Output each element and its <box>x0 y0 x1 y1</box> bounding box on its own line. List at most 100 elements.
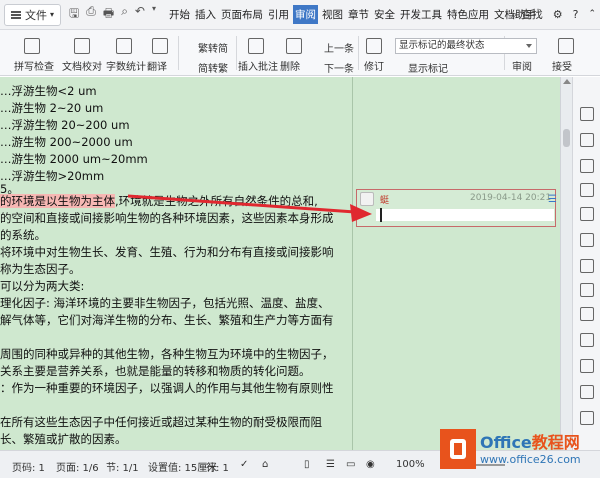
chevron-down-icon[interactable]: ▾ <box>152 4 156 25</box>
tab-special-apps[interactable]: 特色应用 <box>446 5 490 24</box>
next-label: 下一条 <box>324 64 354 75</box>
menu-icon <box>11 10 21 19</box>
watermark-title-cn: 教程网 <box>531 433 580 452</box>
grid-icon[interactable] <box>580 333 594 347</box>
scrollbar-thumb[interactable] <box>563 129 570 147</box>
watermark: Office教程网 www.office26.com <box>440 425 600 478</box>
status-page-count: 页码: 1 <box>12 463 45 474</box>
search-button[interactable]: ⌕ 查找 <box>511 6 543 22</box>
save-icon[interactable]: 🖫 <box>69 4 79 25</box>
ribbon-separator <box>236 36 237 70</box>
select-icon[interactable] <box>580 133 594 147</box>
insert-comment-label: 插入批注 <box>238 62 278 73</box>
doc-line-highlighted: 的环境是以生物为主体,环境就是生物之外所有自然条件的总和, <box>0 193 318 209</box>
chevron-down-icon: ▾ <box>50 10 55 19</box>
status-row: 行: 1 <box>206 463 229 474</box>
translate-label: 翻译 <box>147 62 167 73</box>
view-mode-icon[interactable]: ⌂ <box>262 459 268 470</box>
traditional-to-simplified-label: 繁转简 <box>198 44 228 55</box>
tab-page-layout[interactable]: 页面布局 <box>220 5 264 24</box>
doc-line: ：作为一种重要的环境因子，以强调人的作用与其他生物有原则性 <box>0 381 334 395</box>
doc-line: 周围的同种或异种的其他生物，各种生物互为环境中的生物因子， <box>0 347 334 361</box>
track-changes-icon <box>366 38 382 54</box>
accept-label: 接受 <box>552 62 572 73</box>
doc-line: …游生物 200~2000 um <box>0 135 133 149</box>
chevron-down-icon <box>526 44 532 48</box>
doc-line: 在所有这些生态因子中任何接近或超过某种生物的耐受极限而阻 <box>0 415 322 429</box>
image-icon[interactable] <box>580 233 594 247</box>
revise-label: 修订 <box>364 62 384 73</box>
clipboard-icon[interactable] <box>580 207 594 221</box>
settings-icon[interactable]: ⚙ <box>553 8 563 21</box>
eye-protection-icon[interactable]: ◉ <box>366 459 375 470</box>
page-view-icon[interactable]: ▯ <box>304 459 310 470</box>
doc-line: 称为生态因子。 <box>0 262 81 276</box>
vertical-scrollbar[interactable] <box>560 77 572 450</box>
doc-line: 的系统。 <box>0 228 46 242</box>
comment-input[interactable] <box>376 209 554 221</box>
document-icon[interactable] <box>580 283 594 297</box>
tab-security[interactable]: 安全 <box>373 5 396 24</box>
undo-icon[interactable]: ↶ <box>135 4 145 25</box>
doc-line: …游生物 2000 um~20mm <box>0 152 148 166</box>
simplified-to-traditional-label: 简转繁 <box>198 64 228 75</box>
spellcheck-label: 拼写检查 <box>14 62 54 73</box>
tab-review[interactable]: 审阅 <box>293 5 318 24</box>
comment-date: 2019-04-14 20:21 <box>470 193 552 203</box>
watermark-title: Office教程网 <box>480 429 580 453</box>
picture-icon[interactable] <box>580 359 594 373</box>
doc-line: …游生物 2~20 um <box>0 101 104 115</box>
comment-icon <box>248 38 264 54</box>
print-icon[interactable]: 🖶 <box>103 4 114 25</box>
tab-references[interactable]: 引用 <box>267 5 290 24</box>
doc-line: 解气体等，它们对海洋生物的分布、生长、繁殖和生产力等方面有 <box>0 313 334 327</box>
doc-line: …浮游生物<2 um <box>0 84 97 98</box>
tab-insert[interactable]: 插入 <box>194 5 217 24</box>
office-logo-icon <box>440 429 476 469</box>
spellcheck-status-icon[interactable]: ✓ <box>240 459 248 470</box>
comment-menu-icon[interactable]: ☰ <box>548 194 557 205</box>
doc-line: 长、繁殖或扩散的因素。 <box>0 432 127 446</box>
proofread-icon <box>74 38 90 54</box>
tab-home[interactable]: 开始 <box>168 5 191 24</box>
help-icon[interactable]: ? <box>573 8 579 21</box>
menu-right-tools: ⌕ 查找 ⚙ ? ⌃ <box>511 6 596 22</box>
avatar <box>360 192 374 206</box>
markup-pane <box>352 77 560 450</box>
accept-icon <box>558 38 574 54</box>
print-preview-icon[interactable]: ⌕ <box>121 4 128 25</box>
document-page[interactable]: …浮游生物<2 um …游生物 2~20 um …浮游生物 20~200 um … <box>0 77 352 450</box>
show-markup-label: 显示标记 <box>408 64 448 75</box>
help-icon[interactable] <box>580 411 594 425</box>
doc-line-text: 环境就是生物之外所有自然条件的总和, <box>118 194 318 208</box>
comment-author: 蜓 <box>380 196 390 206</box>
chevron-up-icon[interactable]: ⌃ <box>588 9 596 19</box>
outline-view-icon[interactable]: ☰ <box>326 459 335 470</box>
status-page: 页面: 1/6 <box>56 463 99 474</box>
doc-line: 将环境中对生物生长、发育、生殖、行为和分布有直接或间接影响 <box>0 245 334 259</box>
share-icon[interactable] <box>580 259 594 273</box>
text-cursor <box>380 208 382 222</box>
pen-icon[interactable] <box>580 107 594 121</box>
file-menu-button[interactable]: 文件 ▾ <box>4 3 62 26</box>
zoom-level[interactable]: 100% <box>396 459 425 470</box>
status-section: 节: 1/1 <box>106 463 139 474</box>
adjust-icon[interactable] <box>580 183 594 197</box>
markup-display-select[interactable]: 显示标记的最终状态 <box>395 38 537 54</box>
markup-display-value: 显示标记的最终状态 <box>399 40 485 51</box>
prev-label: 上一条 <box>324 44 354 55</box>
web-view-icon[interactable]: ▭ <box>346 459 355 470</box>
tab-sections[interactable]: 章节 <box>347 5 370 24</box>
search-label: 查找 <box>520 8 543 21</box>
export-pdf-icon[interactable]: ⎙ <box>86 4 96 25</box>
tab-developer[interactable]: 开发工具 <box>399 5 443 24</box>
history-icon[interactable] <box>580 385 594 399</box>
tab-view[interactable]: 视图 <box>321 5 344 24</box>
search-icon: ⌕ <box>511 8 518 21</box>
scroll-up-icon[interactable] <box>563 79 571 84</box>
file-menu-label: 文件 <box>25 8 47 22</box>
shapes-icon[interactable] <box>580 159 594 173</box>
review-label: 审阅 <box>512 62 532 73</box>
ribbon-separator <box>358 36 359 70</box>
dots-icon[interactable] <box>580 307 594 321</box>
